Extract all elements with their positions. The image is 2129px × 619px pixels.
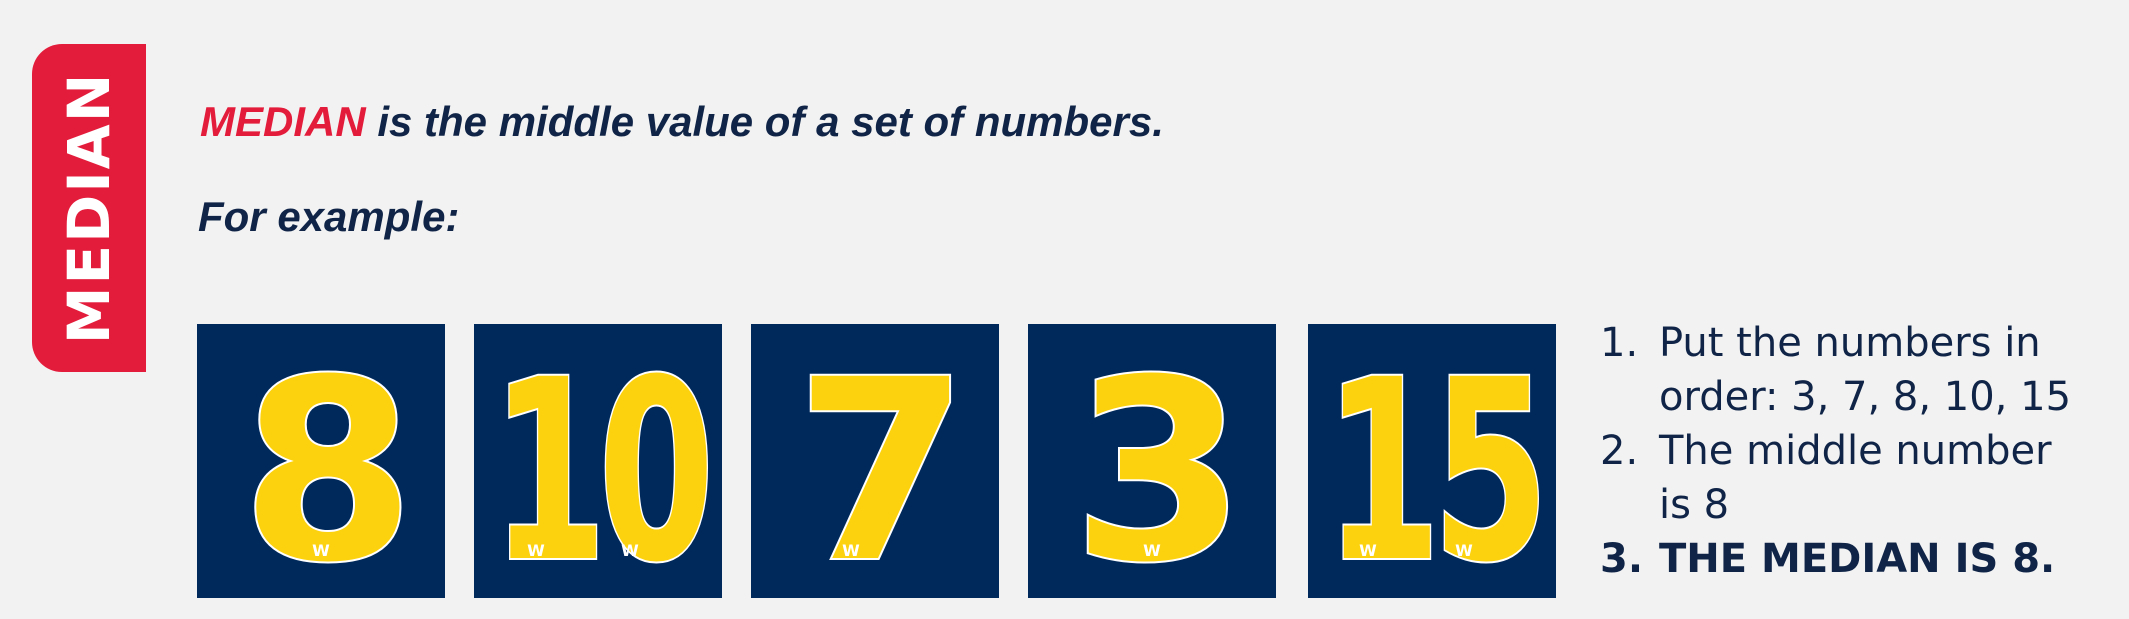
number-card: 7 W [751,324,999,598]
jersey-number-graphic: 8 W [239,324,417,598]
card-number: 7 [795,326,955,598]
side-tab-label: MEDIAN [55,71,123,345]
step-item: 1. Put the numbers in order: 3, 7, 8, 10… [1600,316,2071,424]
step-text: Put the numbers in order: 3, 7, 8, 10, 1… [1659,316,2071,424]
step-number: 3. [1600,536,1644,582]
step-line: is 8 [1659,482,1730,528]
definition-headline: MEDIAN is the middle value of a set of n… [200,98,1164,146]
step-line: The middle number [1659,428,2052,474]
league-logo-icon: W [621,541,639,560]
number-card: 10 W W [474,324,722,598]
league-logo-icon: W [527,541,545,560]
headline-keyword: MEDIAN [200,98,366,145]
jersey-number-graphic: 3 W [1070,324,1248,598]
steps-list: 1. Put the numbers in order: 3, 7, 8, 10… [1600,316,2071,586]
number-card: 15 W W [1308,324,1556,598]
step-item: 2. The middle number is 8 [1600,424,2071,532]
number-card: 8 W [197,324,445,598]
league-logo-icon: W [1359,541,1377,560]
step-text: The middle number is 8 [1659,424,2052,532]
example-subhead: For example: [198,193,460,240]
league-logo-icon: W [312,541,330,560]
league-logo-icon: W [1455,541,1473,560]
step-line: THE MEDIAN IS 8. [1659,536,2056,582]
jersey-number-graphic: 15 W W [1322,325,1551,598]
step-line: Put the numbers in [1659,320,2041,366]
number-card: 3 W [1028,324,1276,598]
league-logo-icon: W [1143,541,1161,560]
median-side-tab: MEDIAN [32,44,146,372]
step-number: 2. [1600,428,1639,474]
league-logo-icon: W [842,541,860,560]
jersey-number-graphic: 7 W [793,324,971,598]
headline-text: is the middle value of a set of numbers. [365,98,1164,145]
card-number: 10 [491,327,707,598]
card-number: 15 [1324,327,1540,598]
jersey-number-graphic: 10 W W [489,325,718,598]
step-line: order: 3, 7, 8, 10, 15 [1659,374,2072,420]
step-number: 1. [1600,320,1639,366]
step-item-conclusion: 3. THE MEDIAN IS 8. [1600,532,2071,586]
step-text: THE MEDIAN IS 8. [1659,532,2055,586]
